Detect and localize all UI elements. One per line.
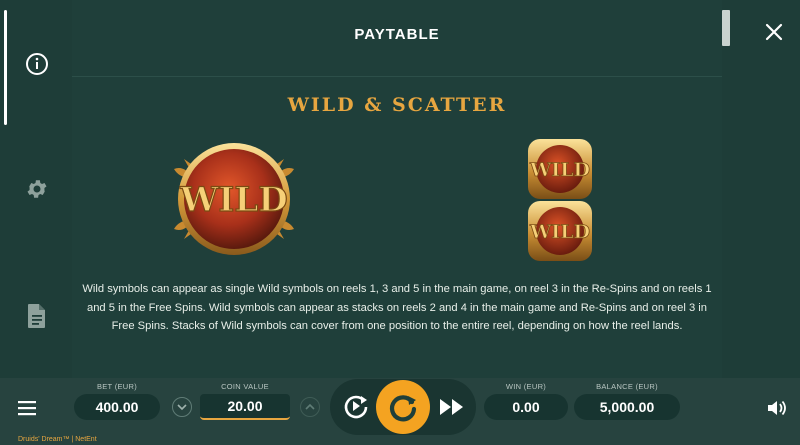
turbo-button[interactable] xyxy=(436,393,468,421)
bet-value[interactable]: 400.00 xyxy=(74,394,160,420)
game-name: Druids' Dream™ xyxy=(18,436,70,443)
sound-button[interactable] xyxy=(764,395,790,421)
page-title: PAYTABLE xyxy=(354,26,440,43)
wild-description: Wild symbols can appear as single Wild s… xyxy=(82,283,712,332)
chevron-down-icon xyxy=(177,404,187,411)
coin-decrease-button[interactable] xyxy=(172,397,192,417)
chevron-up-icon xyxy=(305,403,315,410)
bet-label: BET (EUR) xyxy=(96,382,138,391)
info-icon[interactable] xyxy=(24,51,50,77)
side-menu xyxy=(0,0,72,378)
win-label: WIN (EUR) xyxy=(505,382,547,391)
game-branding: Druids' Dream™ | NetEnt xyxy=(18,436,97,443)
autoplay-button[interactable] xyxy=(340,390,372,422)
wild-symbol: WILD xyxy=(170,135,298,263)
paytable-panel: PAYTABLE WILD & SCATTER WILD WILD WILD W… xyxy=(72,0,722,378)
document-icon[interactable] xyxy=(24,303,50,329)
menu-icon[interactable] xyxy=(14,395,40,421)
active-indicator xyxy=(4,10,7,125)
fast-forward-icon xyxy=(440,399,463,415)
speaker-icon xyxy=(768,400,786,416)
provider-name: NetEnt xyxy=(75,436,97,443)
balance-label: BALANCE (EUR) xyxy=(596,382,658,391)
coin-increase-button[interactable] xyxy=(300,397,320,417)
spin-button[interactable] xyxy=(376,380,430,434)
balance-value: 5,000.00 xyxy=(574,394,680,420)
wild-symbol-text: WILD xyxy=(179,180,287,220)
win-value: 0.00 xyxy=(484,394,568,420)
gear-icon[interactable] xyxy=(24,176,50,202)
title-divider xyxy=(72,76,722,77)
section-heading: WILD & SCATTER xyxy=(287,94,507,116)
wild-stack-text-top: WILD xyxy=(529,159,590,181)
coin-value[interactable]: 20.00 xyxy=(200,394,290,420)
spin-icon xyxy=(389,395,417,422)
autoplay-icon xyxy=(344,395,368,419)
close-icon[interactable] xyxy=(764,22,784,42)
wild-stack-symbol: WILD WILD xyxy=(522,137,598,263)
coin-value-label: COIN VALUE xyxy=(221,382,269,391)
wild-stack-text-bottom: WILD xyxy=(529,221,590,243)
branding-separator: | xyxy=(71,436,74,443)
scrollbar-thumb[interactable] xyxy=(722,10,730,46)
